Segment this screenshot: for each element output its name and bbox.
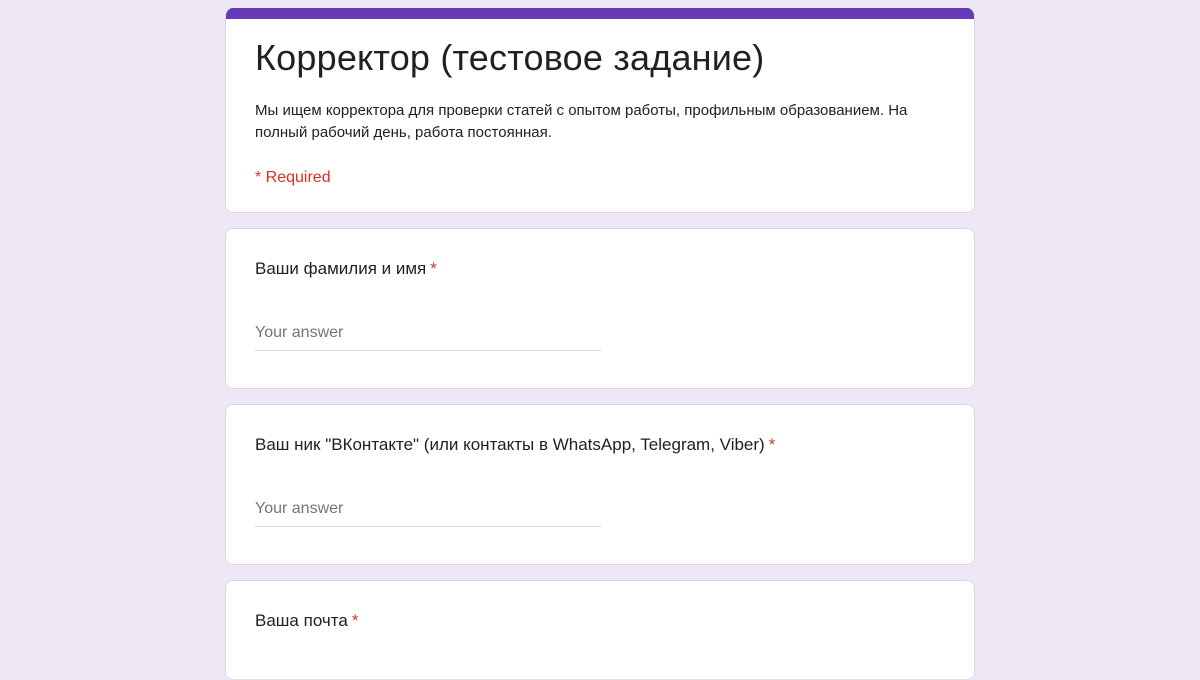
form-container: Корректор (тестовое задание) Мы ищем кор…: [225, 8, 975, 680]
question-label: Ваша почта *: [255, 611, 358, 631]
question-card-contacts: Ваш ник "ВКонтакте" (или контакты в What…: [225, 404, 975, 565]
required-note: * Required: [255, 169, 331, 186]
question-label-text: Ваша почта: [255, 611, 348, 630]
required-asterisk: *: [351, 611, 359, 630]
question-label-text: Ваш ник "ВКонтакте" (или контакты в What…: [255, 435, 765, 454]
contacts-answer-input[interactable]: [255, 497, 601, 527]
form-header-card: Корректор (тестовое задание) Мы ищем кор…: [225, 8, 975, 213]
name-answer-input[interactable]: [255, 321, 601, 351]
header-accent-bar: [226, 8, 974, 19]
required-asterisk: *: [768, 435, 776, 454]
question-label: Ваши фамилия и имя *: [255, 259, 437, 279]
question-label-text: Ваши фамилия и имя: [255, 259, 427, 278]
form-description: Мы ищем корректора для проверки статей с…: [255, 102, 908, 141]
question-label: Ваш ник "ВКонтакте" (или контакты в What…: [255, 435, 775, 455]
form-title: Корректор (тестовое задание): [255, 37, 765, 78]
required-asterisk: *: [430, 259, 437, 278]
question-card-name: Ваши фамилия и имя *: [225, 228, 975, 389]
question-card-email: Ваша почта *: [225, 580, 975, 680]
